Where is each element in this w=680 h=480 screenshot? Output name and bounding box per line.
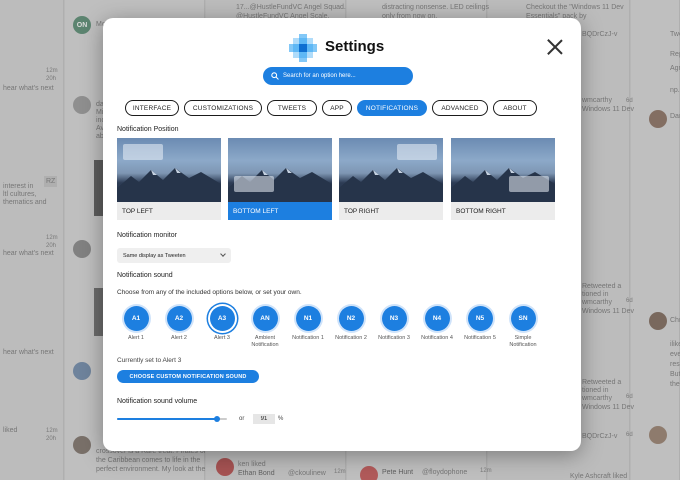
- sound-code: A2: [166, 306, 192, 331]
- sound-label: Simple Notification: [509, 335, 537, 348]
- sound-code: N4: [424, 306, 450, 331]
- volume-slider[interactable]: [117, 413, 227, 425]
- settings-search-input[interactable]: Search for an option here...: [263, 67, 413, 85]
- sound-option-n4[interactable]: N4 Notification 4: [417, 306, 457, 342]
- sound-label: Alert 2: [171, 335, 187, 341]
- slider-thumb[interactable]: [214, 416, 221, 422]
- chevron-down-icon: [220, 251, 226, 257]
- position-preview-image: [451, 138, 555, 202]
- sound-code: A1: [123, 306, 149, 331]
- sound-label: Notification 3: [378, 335, 410, 341]
- slider-fill: [117, 418, 218, 420]
- volume-or-label: or: [239, 416, 245, 422]
- tab-tweets[interactable]: TWEETS: [267, 100, 317, 116]
- position-top-right[interactable]: TOP RIGHT: [339, 138, 443, 220]
- tab-interface[interactable]: INTERFACE: [125, 100, 179, 116]
- position-label: TOP RIGHT: [339, 202, 443, 220]
- notification-monitor-heading: Notification monitor: [117, 232, 177, 239]
- volume-unit: %: [278, 416, 284, 422]
- search-placeholder: Search for an option here...: [283, 73, 356, 79]
- settings-tabs: INTERFACE CUSTOMIZATIONS TWEETS APP NOTI…: [125, 100, 537, 116]
- sound-code: N3: [381, 306, 407, 331]
- notification-sound-heading: Notification sound: [117, 272, 173, 279]
- monitor-selected-value: Same display as Tweeten: [123, 252, 186, 259]
- sound-label: Alert 3: [214, 335, 230, 341]
- sound-option-a1[interactable]: A1 Alert 1: [116, 306, 156, 342]
- position-preview-image: [117, 138, 221, 202]
- position-top-left[interactable]: TOP LEFT: [117, 138, 221, 220]
- sound-label: Alert 1: [128, 335, 144, 341]
- sound-code: A3: [209, 306, 235, 331]
- notification-position-heading: Notification Position: [117, 126, 179, 133]
- sound-label: Notification 4: [421, 335, 453, 341]
- volume-input[interactable]: [253, 414, 275, 424]
- sound-option-an[interactable]: AN Ambient Notification: [245, 306, 285, 349]
- close-icon[interactable]: [547, 39, 563, 55]
- position-bottom-right[interactable]: BOTTOM RIGHT: [451, 138, 555, 220]
- sound-code: N2: [338, 306, 364, 331]
- volume-heading: Notification sound volume: [117, 398, 198, 405]
- sound-code: SN: [510, 306, 536, 331]
- position-preview-image: [339, 138, 443, 202]
- tab-advanced[interactable]: ADVANCED: [432, 100, 488, 116]
- search-icon: [271, 72, 279, 80]
- notification-sound-description: Choose from any of the included options …: [117, 289, 302, 296]
- sound-option-n3[interactable]: N3 Notification 3: [374, 306, 414, 342]
- sound-code: AN: [252, 306, 278, 331]
- position-bottom-left[interactable]: BOTTOM LEFT: [228, 138, 332, 220]
- sound-code: N1: [295, 306, 321, 331]
- tab-notifications[interactable]: NOTIFICATIONS: [357, 100, 427, 116]
- sound-option-n2[interactable]: N2 Notification 2: [331, 306, 371, 342]
- position-label: TOP LEFT: [117, 202, 221, 220]
- sound-option-n5[interactable]: N5 Notification 5: [460, 306, 500, 342]
- notification-monitor-select[interactable]: Same display as Tweeten: [117, 248, 231, 263]
- current-sound-text: Currently set to Alert 3: [117, 357, 182, 364]
- sound-label: Notification 5: [464, 335, 496, 341]
- tweeten-logo-icon: [289, 34, 317, 62]
- sound-option-a2[interactable]: A2 Alert 2: [159, 306, 199, 342]
- sound-label: Ambient Notification: [251, 335, 279, 348]
- sound-label: Notification 1: [292, 335, 324, 341]
- tab-about[interactable]: ABOUT: [493, 100, 537, 116]
- dialog-title: Settings: [325, 38, 385, 55]
- sound-option-n1[interactable]: N1 Notification 1: [288, 306, 328, 342]
- position-preview-image: [228, 138, 332, 202]
- choose-custom-sound-button[interactable]: CHOOSE CUSTOM NOTIFICATION SOUND: [117, 370, 259, 383]
- tab-app[interactable]: APP: [322, 100, 352, 116]
- sound-label: Notification 2: [335, 335, 367, 341]
- tab-customizations[interactable]: CUSTOMIZATIONS: [184, 100, 262, 116]
- position-label: BOTTOM LEFT: [228, 202, 332, 220]
- position-label: BOTTOM RIGHT: [451, 202, 555, 220]
- sound-option-a3[interactable]: A3 Alert 3: [202, 306, 242, 342]
- sound-option-sn[interactable]: SN Simple Notification: [503, 306, 543, 349]
- sound-code: N5: [467, 306, 493, 331]
- settings-dialog: Settings Search for an option here... IN…: [103, 18, 581, 451]
